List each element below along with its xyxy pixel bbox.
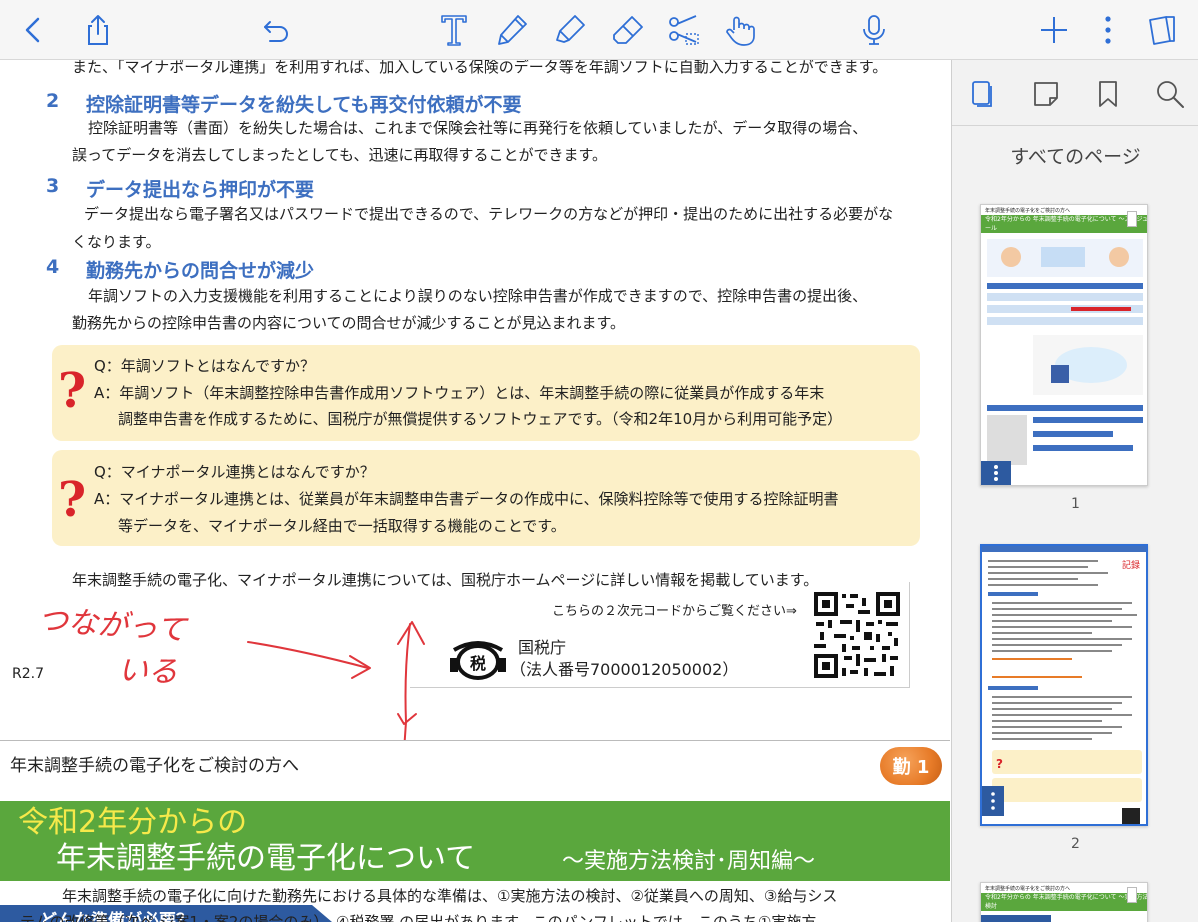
section-heading: 勤務先からの問合せが減少: [86, 260, 315, 282]
undo-button[interactable]: [254, 8, 298, 52]
paragraph-line: また、「マイナポータル連携」を利用すれば、加入している保険のデータ等を年調ソフト…: [72, 60, 888, 76]
question-mark-icon: ?: [58, 472, 87, 528]
title-line: 令和2年分からの: [18, 805, 248, 840]
pages-button[interactable]: [1140, 8, 1184, 52]
qa-question: Q：年調ソフトとはなんですか？: [94, 357, 316, 375]
text-tool-button[interactable]: [432, 8, 476, 52]
tab-bookmarks[interactable]: [1088, 74, 1128, 114]
handwriting-line: つながって: [36, 602, 188, 649]
agency-logo-text: 税: [469, 654, 486, 673]
page-badge: 勤 1: [880, 747, 942, 785]
handwriting-line: いる: [117, 652, 179, 691]
more-vertical-icon: [1105, 16, 1111, 44]
title-banner: 令和2年分からの 年末調整手続の電子化について 〜実施方法検討･周知編〜: [0, 801, 950, 881]
highlighter-icon: [556, 15, 585, 43]
qr-code-image[interactable]: [812, 590, 902, 680]
bookmark-icon: [1099, 81, 1117, 107]
paragraph-line: 勤務先からの控除申告書の内容についての問合せが減少することが見込まれます。: [72, 314, 626, 332]
top-toolbar: [0, 0, 1198, 60]
paragraph-line: 年調ソフトの入力支援機能を利用することにより誤りのない控除申告書が作成できますの…: [88, 287, 868, 305]
hand-pointer-icon: [726, 16, 755, 46]
thumb-bookmark-ribbon: [1127, 211, 1137, 227]
thumb-title: 令和2年分からの 年末調整手続の電子化について 〜実施方法検討: [981, 893, 1147, 911]
qa-answer-line: A：年調ソフト（年末調整控除申告書作成用ソフトウェア）とは、年末調整手続の際に従…: [94, 384, 825, 402]
paragraph-line: 控除証明書等（書面）を紛失した場合は、これまで保険会社等に再発行を依頼していまし…: [88, 119, 868, 137]
microphone-button[interactable]: [852, 8, 896, 52]
svg-text:記録: 記録: [1122, 559, 1140, 571]
qa-answer-line: 調整申告書を作成するために、国税庁が無償提供するソフトウェアです。（令和2年10…: [118, 410, 843, 428]
plus-icon: [1041, 17, 1067, 43]
question-mark-icon: ?: [58, 363, 87, 419]
qr-caption: こちらの２次元コードからご覧ください⇒: [552, 604, 797, 619]
next-page-header-band: 年末調整手続の電子化をご検討の方へ 勤 1: [0, 740, 950, 790]
lasso-tool-button[interactable]: [662, 8, 706, 52]
page-number-2: 2: [1071, 836, 1080, 852]
thumb-bookmark-ribbon: [1127, 887, 1137, 903]
page-thumbnail-1[interactable]: 年末調整手続の電子化をご検討の方へ 令和2年分からの 年末調整手続の電子化につい…: [980, 204, 1148, 486]
qa-box: ? Q：マイナポータル連携とはなんですか？ A：マイナポータル連携とは、従業員が…: [52, 450, 920, 546]
thumb-header: 年末調整手続の電子化をご検討の方へ: [985, 208, 1071, 214]
section-number: 3: [46, 175, 60, 197]
qa-answer-line: A：マイナポータル連携とは、従業員が年末調整申告書データの作成中に、保険料控除等…: [94, 490, 839, 508]
eraser-tool-button[interactable]: [606, 8, 650, 52]
paragraph-line: 誤ってデータを消去してしまったとしても、迅速に再取得することができます。: [72, 146, 608, 164]
paragraph-line: テムの改修等（次ペ ジ案1・案2の場合のみ）、④税務署 の届出があります。このパ…: [20, 913, 817, 922]
sidebar-tabs: [952, 60, 1198, 126]
svg-text:?: ?: [996, 757, 1003, 771]
highlighter-tool-button[interactable]: [548, 8, 592, 52]
qa-question: Q：マイナポータル連携とはなんですか？: [94, 463, 375, 481]
title-suffix: 〜実施方法検討･周知編〜: [562, 849, 816, 874]
paragraph-line: 年末調整手続の電子化に向けた勤務先における具体的な準備は、①実施方法の検討、②従…: [62, 887, 838, 905]
paragraph-line: データ提出なら電子署名又はパスワードで提出できるので、テレワークの方などが押印・…: [84, 205, 894, 223]
pages-icon: [1149, 16, 1175, 45]
section-number: 4: [46, 256, 60, 278]
agency-logo: 税: [448, 638, 508, 682]
section-number: 2: [46, 90, 60, 112]
microphone-icon: [863, 15, 885, 45]
section-heading: 控除証明書等データを紛失しても再交付依頼が不要: [86, 94, 522, 116]
hand-tool-button[interactable]: [718, 8, 762, 52]
version-label: R2.7: [12, 666, 44, 682]
text-tool-icon: [441, 15, 467, 46]
tab-notes[interactable]: [1026, 74, 1066, 114]
pages-tab-icon: [972, 81, 992, 107]
more-button[interactable]: [1086, 8, 1130, 52]
share-button[interactable]: [76, 8, 120, 52]
document-page[interactable]: また、「マイナポータル連携」を利用すれば、加入している保険のデータ等を年調ソフト…: [0, 60, 950, 922]
pen-icon: [498, 15, 527, 45]
add-button[interactable]: [1032, 8, 1076, 52]
share-icon: [88, 15, 108, 45]
agency-number: （法人番号7000012050002）: [510, 660, 739, 679]
paragraph-line: くなります。: [72, 233, 161, 251]
next-page-header: 年末調整手続の電子化をご検討の方へ: [10, 756, 299, 776]
thumb-title: 令和2年分からの 年末調整手続の電子化について 〜スケジュール: [981, 215, 1147, 233]
pen-tool-button[interactable]: [490, 8, 534, 52]
back-button[interactable]: [12, 8, 56, 52]
tab-search[interactable]: [1150, 74, 1190, 114]
chevron-left-icon: [25, 17, 40, 43]
section-heading: データ提出なら押印が不要: [86, 179, 315, 201]
note-icon: [1034, 82, 1058, 106]
page-number-1: 1: [1071, 496, 1080, 512]
qa-box: ? Q：年調ソフトとはなんですか？ A：年調ソフト（年末調整控除申告書作成用ソフ…: [52, 345, 920, 441]
sidebar-title: すべてのページ: [1010, 146, 1141, 168]
thumb-page-content: [981, 239, 1143, 485]
page-sidebar: すべてのページ 年末調整手続の電子化をご検討の方へ 令和2年分からの 年末調整手…: [951, 60, 1198, 922]
search-icon: [1157, 81, 1184, 108]
page-thumbnail-3[interactable]: 年末調整手続の電子化をご検討の方へ 令和2年分からの 年末調整手続の電子化につい…: [980, 882, 1148, 922]
qa-answer-line: 等データを、マイナポータル経由で一括取得する機能のことです。: [118, 517, 566, 535]
scissors-icon: [669, 15, 699, 45]
eraser-icon: [613, 16, 643, 44]
thumb-section-tag: [981, 915, 1051, 922]
page-thumbnail-2[interactable]: 記録 ? ?: [980, 544, 1148, 826]
tab-pages[interactable]: [962, 74, 1002, 114]
thumb-page-content: 記録 ? ?: [982, 546, 1146, 824]
undo-icon: [264, 21, 288, 42]
title-line: 年末調整手続の電子化について: [56, 841, 476, 876]
agency-name: 国税庁: [518, 638, 567, 657]
thumb-header: 年末調整手続の電子化をご検討の方へ: [985, 886, 1071, 892]
